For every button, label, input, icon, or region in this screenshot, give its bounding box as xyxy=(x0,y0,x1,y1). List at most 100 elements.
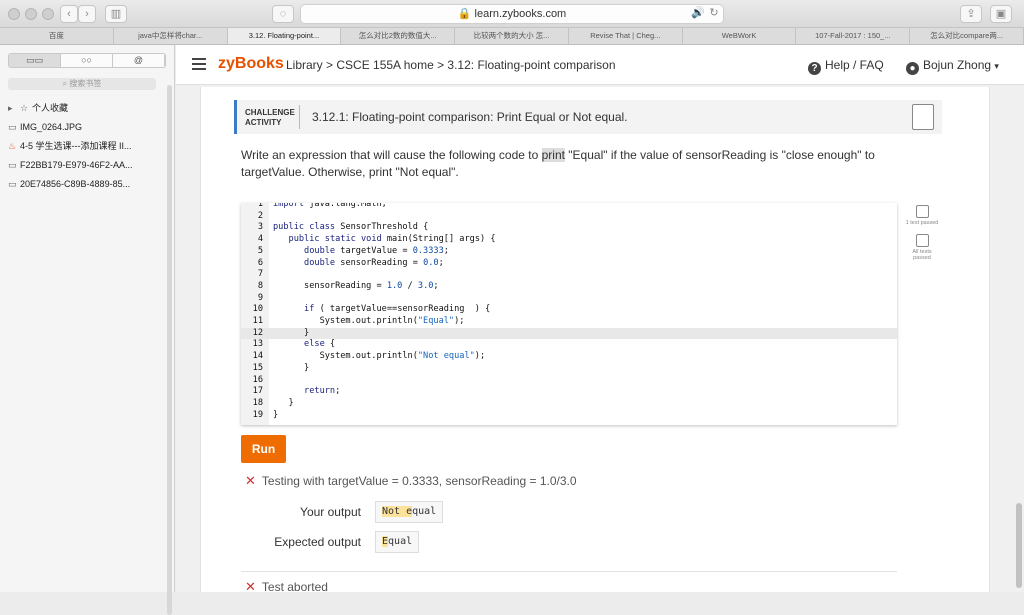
code-text: if ( targetValue==sensorReading ) { xyxy=(304,304,491,315)
line-number: 15 xyxy=(252,362,263,373)
line-number: 18 xyxy=(252,397,263,408)
line-number: 3 xyxy=(257,222,263,233)
divider xyxy=(299,105,300,129)
tab-item[interactable]: 比较两个数的大小 怎... xyxy=(455,28,569,44)
code-text: return; xyxy=(304,386,341,397)
bookmark-item[interactable]: ♨ 4-5 学生选课---添加课程 II... xyxy=(4,137,169,156)
bookmark-folder-favorites[interactable]: ▸ ☆ 个人收藏 xyxy=(4,99,169,118)
bookmark-item[interactable]: ▭ IMG_0264.JPG xyxy=(4,118,169,137)
line-number: 19 xyxy=(252,409,263,420)
zoom-window-button[interactable] xyxy=(42,8,54,20)
code-line[interactable]: 19} xyxy=(241,410,897,422)
code-text: } xyxy=(273,327,310,338)
code-text: public class SensorThreshold { xyxy=(273,222,429,233)
line-number: 12 xyxy=(252,327,263,338)
forward-button[interactable]: › xyxy=(78,5,96,23)
page-content: zyBooks Library > CSCE 155A home > 3.12:… xyxy=(176,45,1024,592)
chevron-down-icon: ▾ xyxy=(994,61,999,71)
disclosure-triangle-icon[interactable]: ▸ xyxy=(8,99,20,118)
page-scrollbar[interactable] xyxy=(1016,503,1022,588)
tab-item[interactable]: 怎么对比2数的数值大... xyxy=(341,28,456,44)
bookmark-item[interactable]: ▭ F22BB179-E979-46F2-AA... xyxy=(4,156,169,175)
code-line[interactable]: 14 System.out.println("Not equal"); xyxy=(241,351,897,363)
tab-item[interactable]: 107-Fall-2017 : 150_... xyxy=(796,28,911,44)
star-icon: ☆ xyxy=(20,103,29,113)
code-line[interactable]: 1 import java.lang.Math; xyxy=(241,203,897,211)
user-menu[interactable]: ● Bojun Zhong ▾ xyxy=(906,58,999,75)
code-line[interactable]: 4 public static void main(String[] args)… xyxy=(241,234,897,246)
code-line[interactable]: 3 public class SensorThreshold { xyxy=(241,222,897,234)
line-number: 17 xyxy=(252,386,263,397)
line-number: 6 xyxy=(257,257,263,268)
code-text: System.out.println("Equal"); xyxy=(273,316,465,326)
browser-titlebar: ‹ › ▥ ◌ 🔒 learn.zybooks.com 🔊 ↻ ⇪ ▣ xyxy=(0,0,1024,28)
code-line[interactable]: 6 double sensorReading = 0.0; xyxy=(241,258,897,270)
bookmarks-tab-icon[interactable]: ▭▭ xyxy=(9,54,61,67)
tab-item-active[interactable]: 3.12. Floating-point... xyxy=(227,28,342,44)
code-line[interactable]: 16 xyxy=(241,375,897,387)
tab-item[interactable]: Revise That | Cheg... xyxy=(569,28,683,44)
sidebar-scrollbar[interactable] xyxy=(167,85,172,615)
line-number: 9 xyxy=(257,292,263,303)
line-number: 5 xyxy=(257,245,263,256)
test1-label: 1 test passed xyxy=(905,220,939,226)
tab-item[interactable]: 百度 xyxy=(0,28,114,44)
fail-x-icon: ✕ xyxy=(245,579,256,592)
code-line[interactable]: 12 } xyxy=(241,327,897,340)
code-text: double sensorReading = 0.0; xyxy=(304,257,444,268)
divider xyxy=(241,571,897,572)
minimize-window-button[interactable] xyxy=(25,8,37,20)
zybooks-logo[interactable]: zyBooks xyxy=(218,55,284,73)
audio-icon[interactable]: 🔊 xyxy=(690,5,706,23)
activity-card: CHALLENGE ACTIVITY 3.12.1: Floating-point… xyxy=(200,87,990,592)
book-icon: ▭ xyxy=(8,122,17,132)
code-line[interactable]: 13 else { xyxy=(241,339,897,351)
address-bar[interactable]: 🔒 learn.zybooks.com xyxy=(300,4,724,24)
code-editor[interactable]: 1 import java.lang.Math; 2 3 public class Se… xyxy=(241,203,897,425)
privacy-icon[interactable]: ◌ xyxy=(272,5,294,23)
code-line[interactable]: 11 System.out.println("Equal"); xyxy=(241,316,897,328)
code-line[interactable]: 8 sensorReading = 1.0 / 3.0; xyxy=(241,281,897,293)
expected-output-label: Expected output xyxy=(274,535,361,549)
code-line[interactable]: 18 } xyxy=(241,398,897,410)
tab-item[interactable]: 怎么对比compare两... xyxy=(910,28,1024,44)
reading-list-tab-icon[interactable]: ○○ xyxy=(61,54,113,67)
sidebar-segmented-control: ▭▭ ○○ @ xyxy=(8,53,166,68)
breadcrumb[interactable]: Library > CSCE 155A home > 3.12: Floatin… xyxy=(286,58,616,72)
code-line[interactable]: 17 return; xyxy=(241,386,897,398)
code-text: } xyxy=(273,397,294,408)
shared-links-tab-icon[interactable]: @ xyxy=(113,54,165,67)
activity-description: Write an expression that will cause the … xyxy=(241,148,875,179)
test-status: 1 test passed All tests passed xyxy=(905,205,939,261)
tab-item[interactable]: WeBWorK xyxy=(683,28,797,44)
bookmark-search-input[interactable]: ⌕ 搜索书签 xyxy=(8,78,156,90)
zybooks-header: zyBooks Library > CSCE 155A home > 3.12:… xyxy=(176,45,1024,85)
code-line[interactable]: 5 double targetValue = 0.3333; xyxy=(241,246,897,258)
bookmark-icon[interactable] xyxy=(912,104,934,130)
user-icon: ● xyxy=(906,62,919,75)
bookmark-item[interactable]: ▭ 20E74856-C89B-4889-85... xyxy=(4,175,169,194)
code-text: public static void main(String[] args) { xyxy=(288,234,496,245)
back-button[interactable]: ‹ xyxy=(60,5,78,23)
line-number: 16 xyxy=(252,374,263,385)
run-button[interactable]: Run xyxy=(241,435,286,463)
help-icon: ? xyxy=(808,62,821,75)
your-output-box: Not equal xyxy=(375,501,444,523)
code-line[interactable]: 7 xyxy=(241,269,897,281)
sidebar-toggle-button[interactable]: ▥ xyxy=(105,5,127,23)
code-text: sensorReading = 1.0 / 3.0; xyxy=(273,280,439,291)
close-window-button[interactable] xyxy=(8,8,20,20)
line-number: 13 xyxy=(252,339,263,350)
tabs-overview-button[interactable]: ▣ xyxy=(990,5,1012,23)
code-line[interactable]: 15 } xyxy=(241,363,897,375)
code-line[interactable]: 9 xyxy=(241,293,897,305)
code-text: double targetValue = 0.3333; xyxy=(304,245,449,256)
menu-icon[interactable] xyxy=(192,58,206,70)
code-line[interactable]: 10 if ( targetValue==sensorReading ) { xyxy=(241,304,897,316)
code-line[interactable]: 2 xyxy=(241,211,897,223)
address-text: learn.zybooks.com xyxy=(474,8,567,20)
share-button[interactable]: ⇪ xyxy=(960,5,982,23)
help-link[interactable]: ? Help / FAQ xyxy=(808,58,884,75)
tab-item[interactable]: java中怎样将char... xyxy=(114,28,228,44)
reload-button[interactable]: ↻ xyxy=(706,5,722,23)
